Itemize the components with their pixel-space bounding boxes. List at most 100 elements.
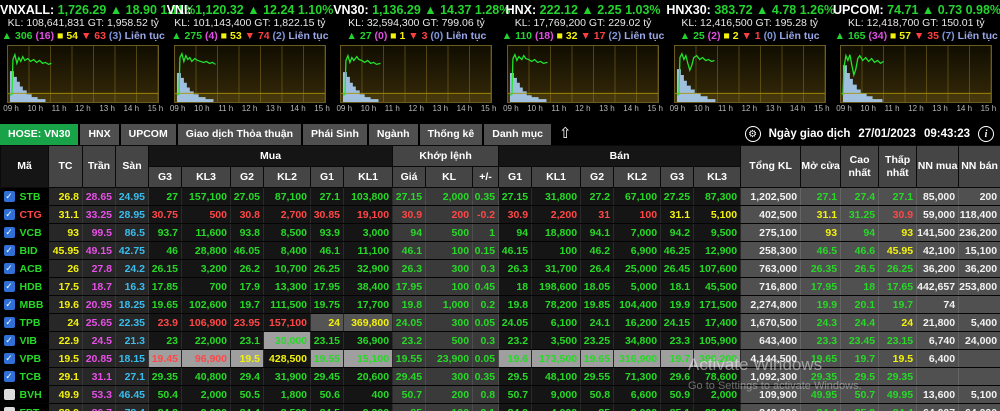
settings-gear-icon[interactable]: ⚙ [745, 126, 761, 142]
col-header-cao-nhat[interactable]: Cao nhất [841, 146, 879, 188]
table-row[interactable]: ✓TPB2425.6522.3523.9106,90023.95157,1002… [1, 314, 1000, 332]
row-checkbox[interactable]: ✓ [4, 317, 15, 328]
row-checkbox[interactable]: ✓ [4, 281, 15, 292]
col-header-ban-kl2[interactable]: KL2 [614, 167, 661, 188]
col-header-mua-kl3[interactable]: KL3 [182, 167, 231, 188]
table-row[interactable]: FPT82.986.778.484.29,00084.48,50084.59,3… [1, 404, 1000, 411]
cell-ban-g1: 94 [499, 224, 532, 242]
row-checkbox[interactable]: ✓ [4, 263, 15, 274]
cell-chg: 0.35 [473, 188, 499, 206]
col-header-tran[interactable]: Trần [83, 146, 116, 188]
cell-ban-kl2: 5,000 [614, 278, 661, 296]
cell-cao-nhat: 27.4 [841, 188, 879, 206]
row-checkbox[interactable] [4, 389, 15, 400]
nav-tab[interactable]: Ngành [369, 124, 418, 145]
info-icon[interactable]: i [978, 126, 994, 142]
cell-mo-cua: 23.3 [801, 332, 841, 350]
cell-cao-nhat: 23.45 [841, 332, 879, 350]
cell-ban-kl1: 6,100 [532, 314, 581, 332]
cell-mua-g3: 50.4 [149, 386, 182, 404]
advancers-count: 110 [515, 30, 532, 42]
cell-mua-kl1: 103,800 [344, 188, 393, 206]
nav-tab[interactable]: UPCOM [121, 124, 176, 145]
cell-ma: ✓STB [1, 188, 49, 206]
table-row[interactable]: ✓STB26.828.6524.9527157,10027.0587,10027… [1, 188, 1000, 206]
decliners-count: 3 [422, 30, 428, 42]
col-header-kl[interactable]: KL [426, 167, 473, 188]
cell-tong-kl: 258,300 [741, 242, 801, 260]
row-checkbox[interactable]: ✓ [4, 191, 15, 202]
nav-tab[interactable]: HOSE: VN30 [0, 124, 78, 145]
cell-mua-kl3: 40,800 [182, 368, 231, 386]
col-header-san[interactable]: Sàn [116, 146, 149, 188]
cell-tran: 25.65 [83, 314, 116, 332]
expand-arrow-icon[interactable]: ⇧ [559, 124, 572, 144]
table-row[interactable]: ✓BID45.9549.1542.754628,80046.058,40046.… [1, 242, 1000, 260]
col-header-tong-kl[interactable]: Tổng KL [741, 146, 801, 188]
nav-tab[interactable]: Thống kê [420, 124, 483, 145]
cell-nn-mua: 13,600 [917, 386, 959, 404]
cell-mua-g3: 19.65 [149, 296, 182, 314]
col-header-ban-kl1[interactable]: KL1 [532, 167, 581, 188]
col-header-mua-kl1[interactable]: KL1 [344, 167, 393, 188]
table-row[interactable]: ✓TCB29.131.127.129.3540,80029.431,90029.… [1, 368, 1000, 386]
nav-tab[interactable]: Danh mục [484, 124, 551, 145]
col-header-ma[interactable]: Mã [1, 146, 49, 188]
time-tick: 12 h [242, 104, 258, 114]
col-header-nn-mua[interactable]: NN mua [917, 146, 959, 188]
col-header-tc[interactable]: TC [49, 146, 83, 188]
index-volume-line: KL: 12,418,700 GT: 150.01 tỷ [833, 17, 1000, 30]
cell-mua-kl2: 157,100 [264, 314, 311, 332]
nav-tab[interactable]: Giao dịch Thỏa thuận [178, 124, 301, 145]
nav-bar: HOSE: VN30HNXUPCOMGiao dịch Thỏa thuậnPh… [0, 123, 1000, 145]
row-checkbox[interactable]: ✓ [4, 335, 15, 346]
cell-ma: ✓HDB [1, 278, 49, 296]
table-row[interactable]: ✓HDB17.518.716.317.8570017.913,30017.953… [1, 278, 1000, 296]
cell-ma: ✓BID [1, 242, 49, 260]
table-row[interactable]: ✓ACB2627.824.226.153,20026.210,70026.253… [1, 260, 1000, 278]
cell-mua-kl2: 111,500 [264, 296, 311, 314]
unchanged-square-icon: ■ [890, 30, 896, 42]
col-header-nn-ban[interactable]: NN bán [959, 146, 1000, 188]
nav-tab[interactable]: Phái Sinh [303, 124, 367, 145]
cell-san: 18.15 [116, 350, 149, 368]
col-header-mua-kl2[interactable]: KL2 [264, 167, 311, 188]
col-header-gia[interactable]: Giá [393, 167, 426, 188]
table-row[interactable]: ✓VPB19.520.8518.1519.4596,90019.5428,500… [1, 350, 1000, 368]
table-row[interactable]: BVH49.953.346.4550.42,00050.51,80050.640… [1, 386, 1000, 404]
table-row[interactable]: ✓MBB19.620.9518.2519.65102,60019.7111,50… [1, 296, 1000, 314]
table-row[interactable]: ✓VCB9399.586.593.711,60093.88,50093.93,0… [1, 224, 1000, 242]
col-header-ban-kl3[interactable]: KL3 [694, 167, 741, 188]
cell-cao-nhat: 26.5 [841, 260, 879, 278]
time-tick: 14 h [790, 104, 806, 114]
cell-ma: ✓ACB [1, 260, 49, 278]
col-header-mua-g3[interactable]: G3 [149, 167, 182, 188]
col-header-mua-g2[interactable]: G2 [231, 167, 264, 188]
index-value: 1,726.29 [58, 3, 107, 17]
col-header-mua-g1[interactable]: G1 [311, 167, 344, 188]
col-header-ban-g3[interactable]: G3 [661, 167, 694, 188]
col-header-ban-g1[interactable]: G1 [499, 167, 532, 188]
row-checkbox[interactable]: ✓ [4, 371, 15, 382]
row-checkbox[interactable]: ✓ [4, 353, 15, 364]
row-checkbox[interactable]: ✓ [4, 227, 15, 238]
row-checkbox[interactable]: ✓ [4, 299, 15, 310]
table-row[interactable]: ✓VIB22.924.521.32322,00023.130,00023.153… [1, 332, 1000, 350]
table-row[interactable]: ✓CTG31.133.2528.9530.7550030.82,70030.85… [1, 206, 1000, 224]
cell-kl: 100 [426, 404, 473, 411]
cell-san: 24.95 [116, 188, 149, 206]
col-header-ban-g2[interactable]: G2 [581, 167, 614, 188]
col-header-chg[interactable]: +/- [473, 167, 499, 188]
row-checkbox[interactable]: ✓ [4, 209, 15, 220]
cell-mua-g3: 23 [149, 332, 182, 350]
time-tick: 09 h [170, 104, 186, 114]
col-header-thap-nhat[interactable]: Thấp nhất [879, 146, 917, 188]
cell-ban-g3: 94.2 [661, 224, 694, 242]
row-checkbox[interactable]: ✓ [4, 245, 15, 256]
row-checkbox[interactable] [4, 407, 15, 411]
decliners-count: 63 [94, 30, 106, 42]
col-header-mo-cua[interactable]: Mở cửa [801, 146, 841, 188]
cell-nn-mua: 85,000 [917, 188, 959, 206]
unchanged-square-icon: ■ [557, 30, 563, 42]
nav-tab[interactable]: HNX [80, 124, 118, 145]
